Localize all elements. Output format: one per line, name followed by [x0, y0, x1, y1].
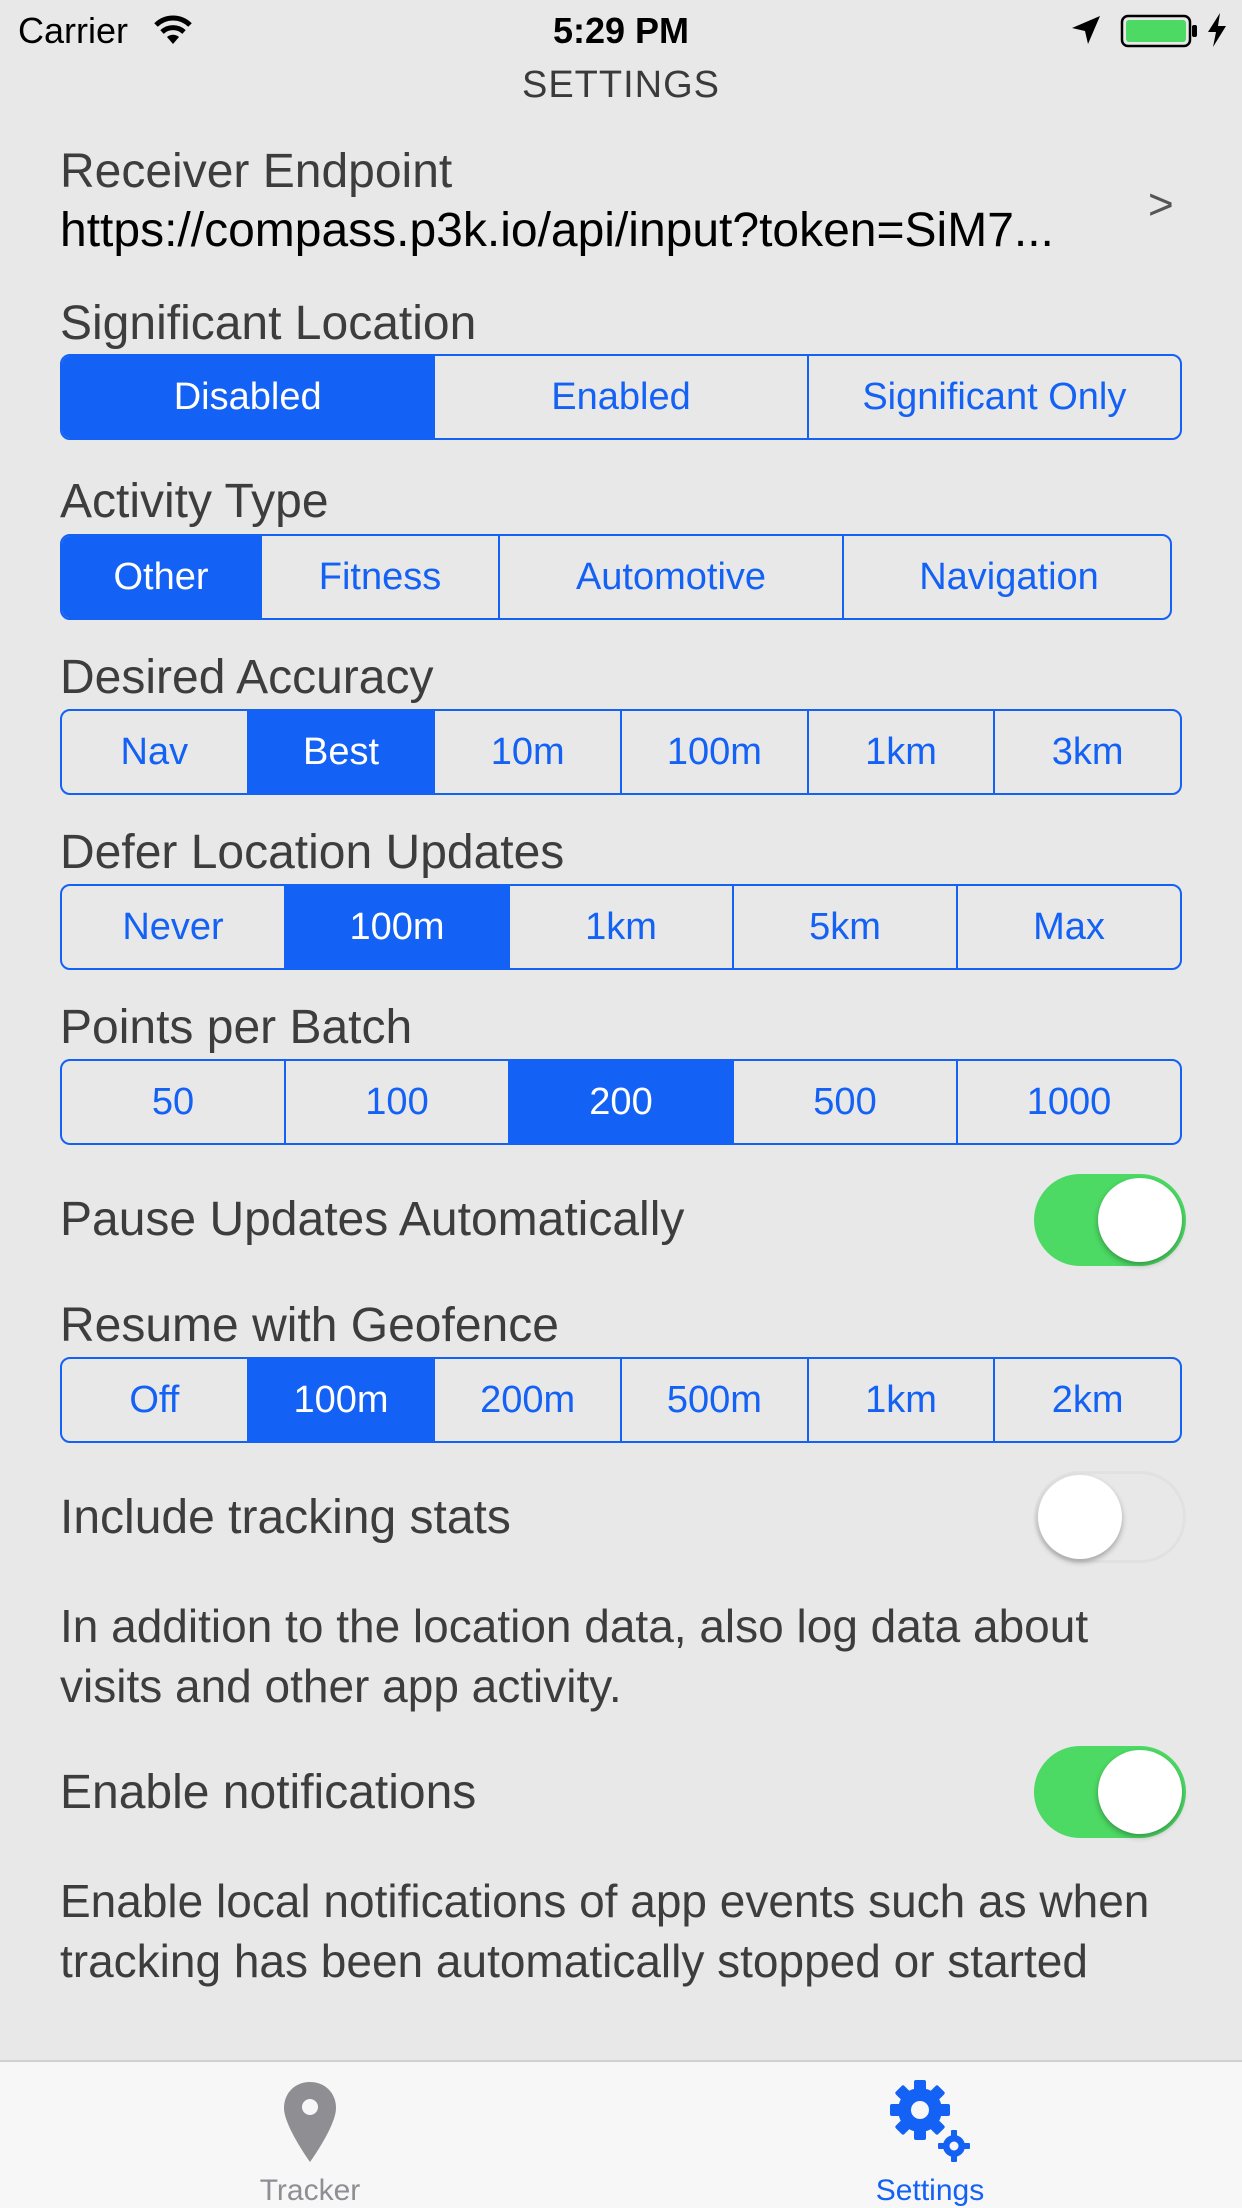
segment-option[interactable]: Off	[62, 1359, 249, 1441]
charging-bolt-icon	[1206, 12, 1228, 53]
notifications-toggle[interactable]	[1034, 1746, 1186, 1838]
pause-updates-toggle[interactable]	[1034, 1174, 1186, 1266]
segment-option[interactable]: 1km	[510, 886, 734, 968]
notifications-label: Enable notifications	[60, 1766, 477, 1819]
segment-option[interactable]: 500	[734, 1061, 958, 1143]
tracking-stats-description: In addition to the location data, also l…	[60, 1600, 1089, 1712]
segment-option[interactable]: Fitness	[262, 536, 500, 618]
defer-location-updates-segmented-control[interactable]: Never 100m 1km 5km Max	[60, 884, 1182, 970]
resume-geofence-segmented-control[interactable]: Off 100m 200m 500m 1km 2km	[60, 1357, 1182, 1443]
toggle-knob	[1098, 1178, 1182, 1262]
desired-accuracy-segmented-control[interactable]: Nav Best 10m 100m 1km 3km	[60, 709, 1182, 795]
segment-option[interactable]: 500m	[622, 1359, 809, 1441]
significant-location-label: Significant Location	[60, 297, 477, 350]
points-per-batch-segmented-control[interactable]: 50 100 200 500 1000	[60, 1059, 1182, 1145]
tab-settings-label: Settings	[875, 2174, 985, 2207]
segment-option[interactable]: 200	[510, 1061, 734, 1143]
tab-tracker-label: Tracker	[259, 2174, 361, 2207]
battery-icon	[1120, 14, 1200, 53]
segment-option[interactable]: 10m	[435, 711, 623, 793]
segment-option[interactable]: Max	[958, 886, 1180, 968]
segment-option[interactable]: 100	[286, 1061, 510, 1143]
segment-option[interactable]: 100m	[286, 886, 510, 968]
segment-option[interactable]: 100m	[622, 711, 809, 793]
toggle-knob	[1098, 1750, 1182, 1834]
activity-type-segmented-control[interactable]: Other Fitness Automotive Navigation	[60, 534, 1172, 620]
activity-type-label: Activity Type	[60, 475, 329, 528]
segment-option[interactable]: 100m	[248, 1359, 436, 1441]
tracking-stats-toggle[interactable]	[1034, 1471, 1186, 1563]
tab-tracker[interactable]: Tracker	[160, 2062, 460, 2208]
tab-settings[interactable]: Settings	[780, 2062, 1080, 2208]
segment-option[interactable]: 200m	[435, 1359, 623, 1441]
desired-accuracy-label: Desired Accuracy	[60, 651, 434, 704]
segment-option[interactable]: 1000	[958, 1061, 1180, 1143]
status-time: 5:29 PM	[552, 10, 690, 51]
segment-option[interactable]: 1km	[809, 1359, 996, 1441]
segment-option[interactable]: Never	[62, 886, 286, 968]
page-title: SETTINGS	[521, 64, 721, 106]
receiver-endpoint-url: https://compass.p3k.io/api/input?token=S…	[60, 204, 1054, 257]
defer-location-updates-label: Defer Location Updates	[60, 826, 565, 879]
points-per-batch-label: Points per Batch	[60, 1001, 413, 1054]
segment-option[interactable]: 50	[62, 1061, 286, 1143]
receiver-endpoint-row[interactable]: Receiver Endpoint https://compass.p3k.io…	[60, 144, 1182, 258]
segment-option[interactable]: Nav	[62, 711, 249, 793]
segment-option[interactable]: Enabled	[435, 356, 809, 438]
disclosure-chevron-icon[interactable]: >	[1148, 180, 1174, 230]
resume-geofence-label: Resume with Geofence	[60, 1299, 559, 1352]
map-pin-icon	[282, 2080, 338, 2169]
segment-option[interactable]: Automotive	[500, 536, 844, 618]
status-bar: Carrier 5:29 PM	[0, 0, 1242, 60]
tab-bar: Tracker Settings	[0, 2060, 1242, 2208]
segment-option[interactable]: Best	[248, 711, 436, 793]
notifications-description: Enable local notifications of app events…	[60, 1875, 1150, 1987]
segment-option[interactable]: Disabled	[62, 356, 436, 438]
receiver-endpoint-label: Receiver Endpoint	[60, 145, 453, 198]
toggle-knob	[1038, 1475, 1122, 1559]
pause-updates-label: Pause Updates Automatically	[60, 1193, 685, 1246]
segment-option[interactable]: Significant Only	[809, 356, 1180, 438]
segment-option[interactable]: 1km	[809, 711, 996, 793]
significant-location-segmented-control[interactable]: Disabled Enabled Significant Only	[60, 354, 1182, 440]
segment-option[interactable]: 2km	[995, 1359, 1180, 1441]
gear-icon	[886, 2074, 976, 2171]
segment-option[interactable]: Navigation	[844, 536, 1170, 618]
location-arrow-icon	[1070, 14, 1102, 51]
segment-option[interactable]: 5km	[734, 886, 958, 968]
segment-option[interactable]: Other	[62, 536, 262, 618]
segment-option[interactable]: 3km	[995, 711, 1180, 793]
tracking-stats-label: Include tracking stats	[60, 1491, 511, 1544]
